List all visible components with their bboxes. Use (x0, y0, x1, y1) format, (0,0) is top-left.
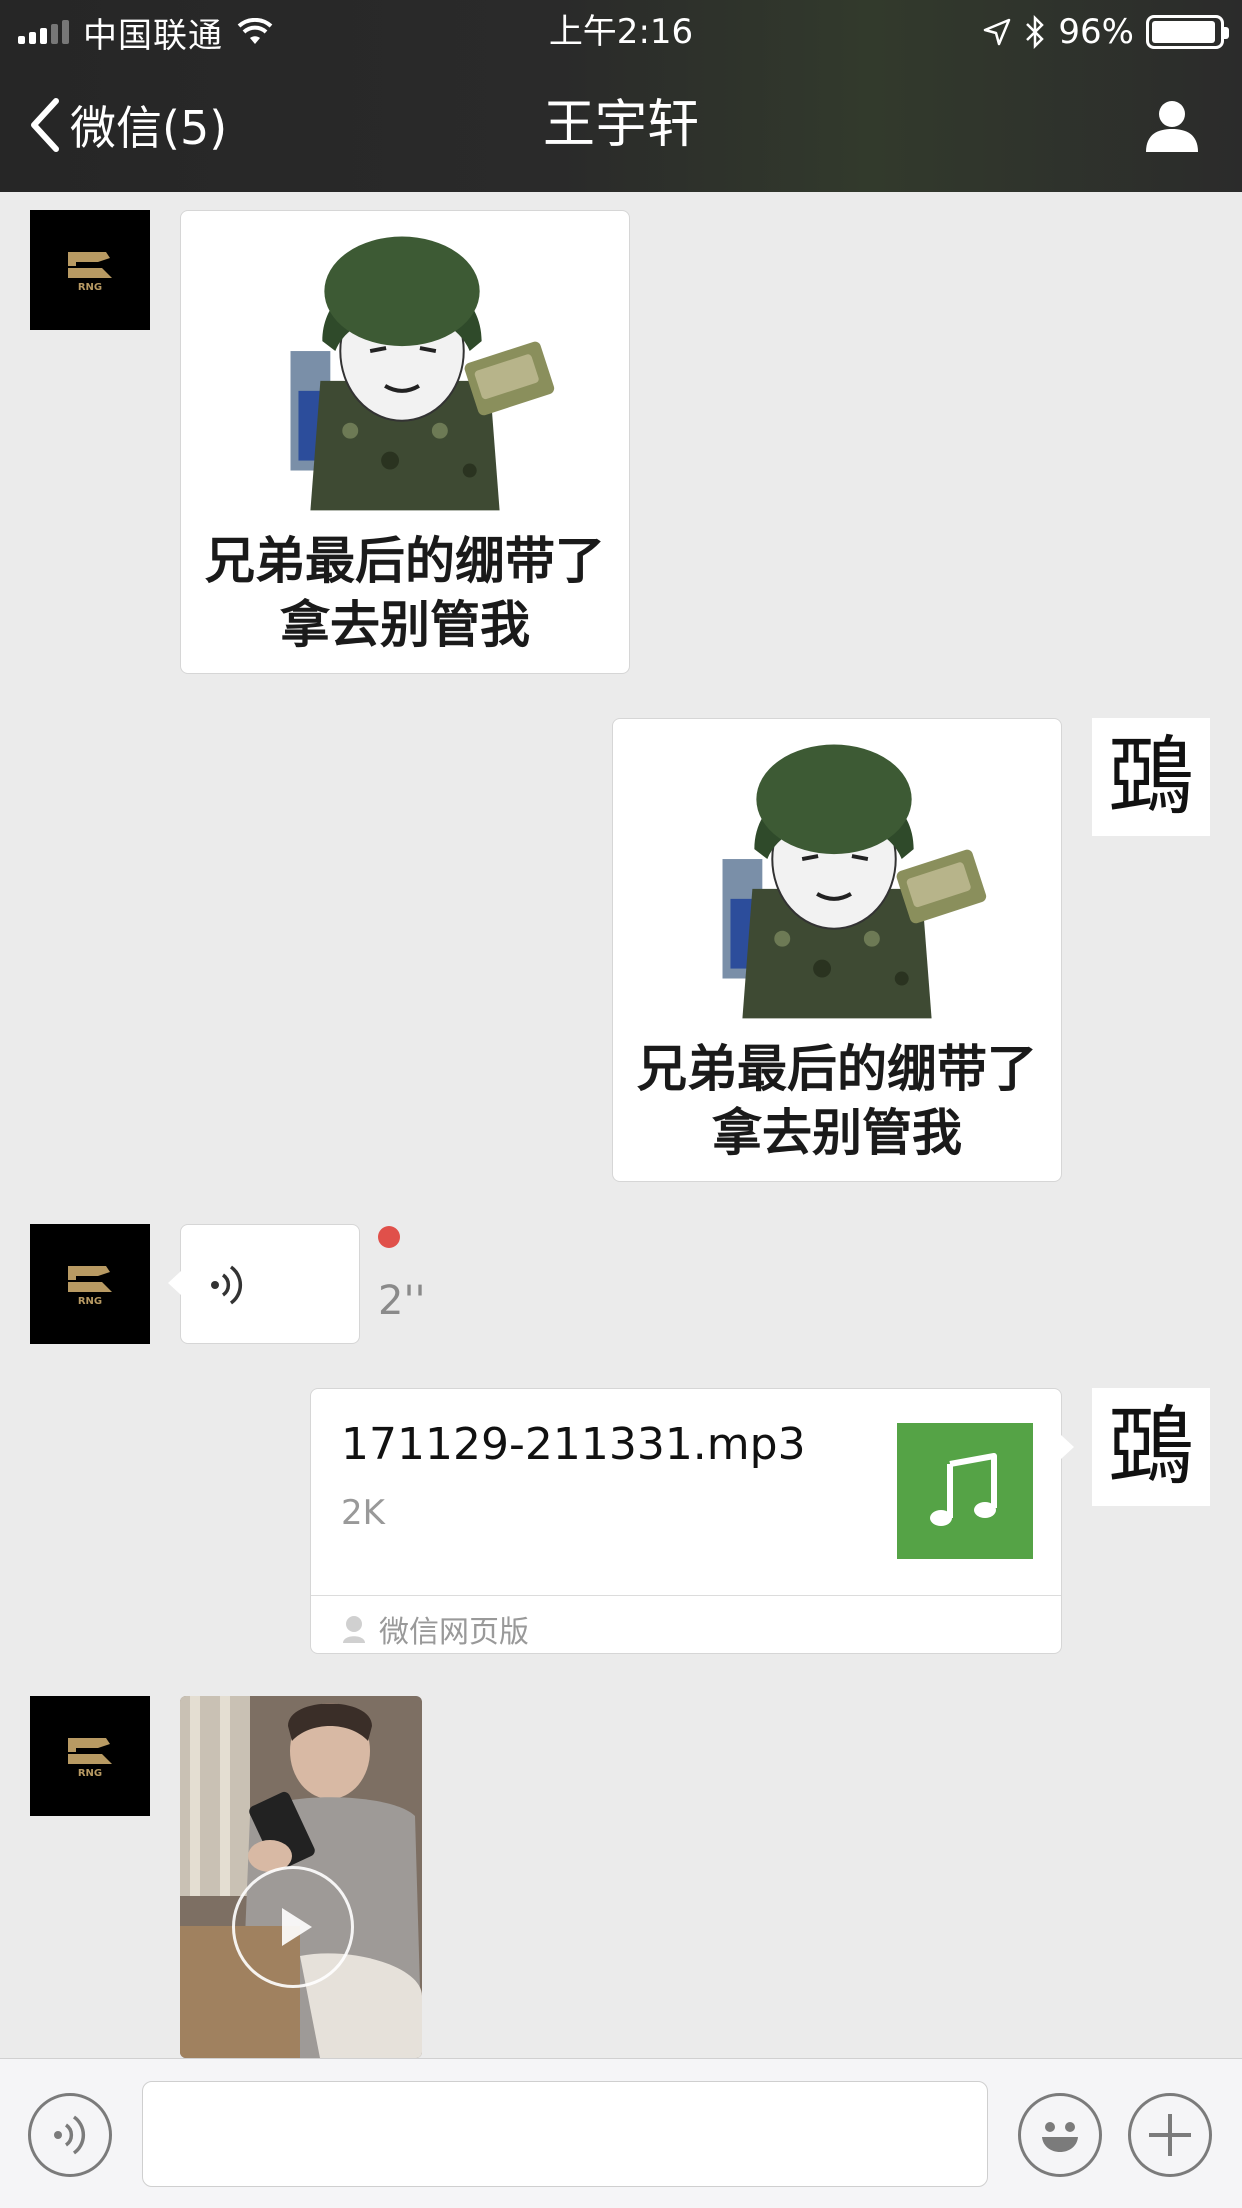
meme-soldier-image (290, 236, 555, 511)
music-note-icon (930, 1453, 997, 1526)
plus-icon (1149, 2114, 1191, 2156)
profile-icon[interactable] (1142, 96, 1202, 156)
video-message[interactable] (180, 1696, 422, 2058)
play-icon (282, 1908, 312, 1946)
bluetooth-icon (1026, 15, 1045, 49)
file-source: 微信网页版 (341, 1607, 529, 1651)
file-name: 171129-211331.mp3 (341, 1419, 806, 1470)
location-icon (984, 18, 1011, 46)
contact-avatar[interactable]: RNG (30, 1224, 150, 1344)
rng-logo-icon: RNG (68, 252, 112, 292)
svg-text:RNG: RNG (78, 282, 102, 292)
meme-message-received[interactable]: 兄弟最后的绷带了 拿去别管我 (180, 210, 630, 674)
svg-text:RNG: RNG (78, 1296, 102, 1306)
contact-avatar[interactable]: RNG (30, 210, 150, 330)
meme-caption-line-1: 兄弟最后的绷带了 (205, 532, 605, 590)
voice-duration: 2'' (378, 1278, 426, 1324)
page-title: 王宇轩 (542, 95, 699, 155)
contact-avatar[interactable]: RNG (30, 1696, 150, 1816)
rng-logo-icon: RNG (68, 1266, 112, 1306)
voice-message[interactable] (168, 1224, 360, 1344)
voice-wave-icon (211, 1265, 243, 1305)
my-avatar[interactable]: 鵶 (1092, 1388, 1210, 1506)
battery-percent: 96% (1058, 12, 1134, 52)
battery-icon (1146, 15, 1229, 49)
message-list[interactable]: RNG 兄弟最后的绷带了 拿去别管我 鵶 兄弟最后的绷带了 拿去别管我 RNG … (0, 192, 1242, 2058)
smiley-icon (1042, 2122, 1078, 2152)
wechat-web-icon (343, 1616, 365, 1643)
status-bar-right: 96% (982, 10, 1229, 54)
file-size: 2K (341, 1493, 385, 1533)
meme-caption-line-2: 拿去别管我 (712, 1104, 962, 1162)
meme-soldier-image (722, 744, 987, 1019)
music-file-icon (897, 1423, 1033, 1559)
file-source-label: 微信网页版 (379, 1615, 529, 1650)
message-input[interactable] (142, 2081, 988, 2187)
voice-input-button[interactable] (28, 2093, 112, 2177)
file-message[interactable]: 171129-211331.mp3 2K 微信网页版 (310, 1388, 1074, 1654)
my-avatar[interactable]: 鵶 (1092, 718, 1210, 836)
svg-text:RNG: RNG (78, 1768, 102, 1778)
emoji-button[interactable] (1018, 2093, 1102, 2177)
input-bar (0, 2058, 1242, 2208)
rng-logo-icon: RNG (68, 1738, 112, 1778)
voice-icon (54, 2115, 86, 2155)
meme-message-sent[interactable]: 兄弟最后的绷带了 拿去别管我 (612, 718, 1062, 1182)
divider (311, 1595, 1061, 1596)
unread-dot (378, 1226, 400, 1248)
meme-caption-line-1: 兄弟最后的绷带了 (637, 1040, 1037, 1098)
more-button[interactable] (1128, 2093, 1212, 2177)
play-button[interactable] (232, 1866, 354, 1988)
meme-caption-line-2: 拿去别管我 (280, 596, 530, 654)
chat-header: 中国联通 上午2:16 96% 微信(5) 王宇轩 (0, 0, 1242, 192)
